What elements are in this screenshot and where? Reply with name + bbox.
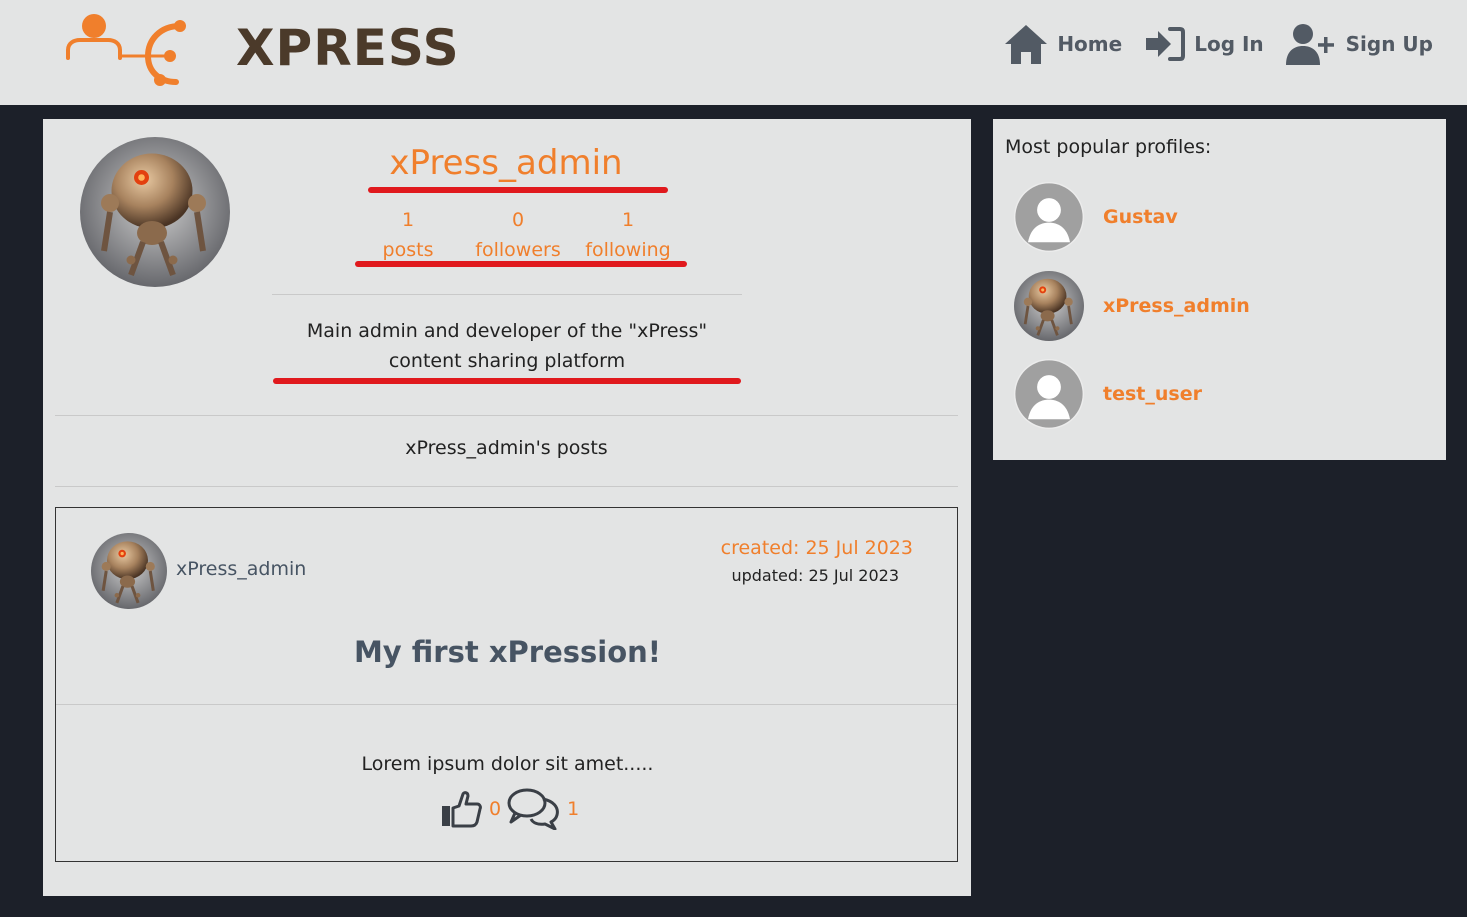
- bio-line-1: Main admin and developer of the "xPress": [306, 320, 708, 342]
- post-author-name[interactable]: xPress_admin: [176, 558, 306, 580]
- stat-posts-count: 1: [401, 209, 415, 231]
- nav-home-label: Home: [1057, 32, 1123, 56]
- stat-followers[interactable]: 0 followers: [463, 205, 573, 265]
- posts-divider-top: [55, 415, 958, 416]
- popular-profile-name[interactable]: Gustav: [1103, 206, 1178, 228]
- user-plus-icon: [1285, 24, 1334, 65]
- popular-profile-name[interactable]: test_user: [1103, 383, 1202, 405]
- popular-profile-item[interactable]: Gustav: [1014, 182, 1414, 252]
- post-divider: [56, 704, 957, 705]
- popular-profiles-title: Most popular profiles:: [1005, 136, 1212, 158]
- bio-line-2: content sharing platform: [388, 350, 626, 372]
- post-actions: 0 1: [441, 788, 585, 830]
- robot-avatar-icon: [1014, 271, 1084, 341]
- post-card[interactable]: xPress_admin created: 25 Jul 2023 update…: [55, 507, 958, 862]
- comments-icon[interactable]: [507, 788, 561, 830]
- posts-heading: xPress_admin's posts: [405, 437, 608, 459]
- owner-name-highlight: [368, 187, 668, 193]
- stat-following-count: 1: [621, 209, 635, 231]
- post-created-date: created: 25 Jul 2023: [720, 537, 913, 559]
- default-avatar: [1014, 182, 1084, 252]
- like-count: 0: [489, 798, 502, 820]
- log-in-icon: [1146, 27, 1186, 61]
- profile-bio: Main admin and developer of the "xPress"…: [272, 316, 742, 376]
- thumbs-up-icon[interactable]: [441, 790, 483, 828]
- nav-signup-link[interactable]: Sign Up: [1285, 23, 1433, 65]
- post-author-avatar[interactable]: [91, 533, 167, 609]
- default-avatar-icon: [1014, 182, 1084, 252]
- nav-login-link[interactable]: Log In: [1144, 26, 1264, 62]
- robot-avatar-icon: [80, 137, 230, 287]
- popular-profile-item[interactable]: xPress_admin: [1014, 271, 1414, 341]
- stats-highlight: [355, 261, 687, 267]
- robot-avatar: [1014, 271, 1084, 341]
- popular-profile-item[interactable]: test_user: [1014, 359, 1414, 429]
- post-title[interactable]: My first xPression!: [56, 635, 959, 669]
- nav-home-link[interactable]: Home: [1003, 23, 1122, 65]
- profile-stats: 1 posts 0 followers 1 following: [353, 205, 683, 265]
- nav-signup-label: Sign Up: [1345, 32, 1433, 56]
- logo-text: XPRESS: [236, 19, 460, 77]
- post-body: Lorem ipsum dolor sit amet.....: [361, 753, 654, 775]
- top-nav: Home Log In Sign Up: [981, 22, 1433, 66]
- profile-avatar: [80, 137, 230, 287]
- post-updated-date: updated: 25 Jul 2023: [731, 566, 899, 585]
- popular-profile-name[interactable]: xPress_admin: [1103, 295, 1250, 317]
- default-avatar: [1014, 359, 1084, 429]
- home-icon: [1005, 25, 1048, 64]
- posts-divider-bottom: [55, 486, 958, 487]
- profile-owner-name: xPress_admin: [389, 143, 623, 183]
- stat-posts[interactable]: 1 posts: [353, 205, 463, 265]
- nav-login-label: Log In: [1194, 32, 1264, 56]
- stat-followers-count: 0: [511, 209, 525, 231]
- comment-count: 1: [567, 798, 580, 820]
- stat-following[interactable]: 1 following: [573, 205, 683, 265]
- bio-highlight: [273, 378, 741, 384]
- default-avatar-icon: [1014, 359, 1084, 429]
- navbar: XPRESS Home Log In Sign Up: [0, 0, 1467, 105]
- robot-avatar-icon: [91, 533, 167, 609]
- bio-divider: [272, 294, 742, 295]
- popular-profiles-panel: Most popular profiles: Gustav xPress_adm…: [993, 119, 1446, 460]
- profile-panel: xPress_admin 1 posts 0 followers 1 follo…: [43, 119, 971, 896]
- xpress-logo[interactable]: XPRESS: [64, 10, 459, 86]
